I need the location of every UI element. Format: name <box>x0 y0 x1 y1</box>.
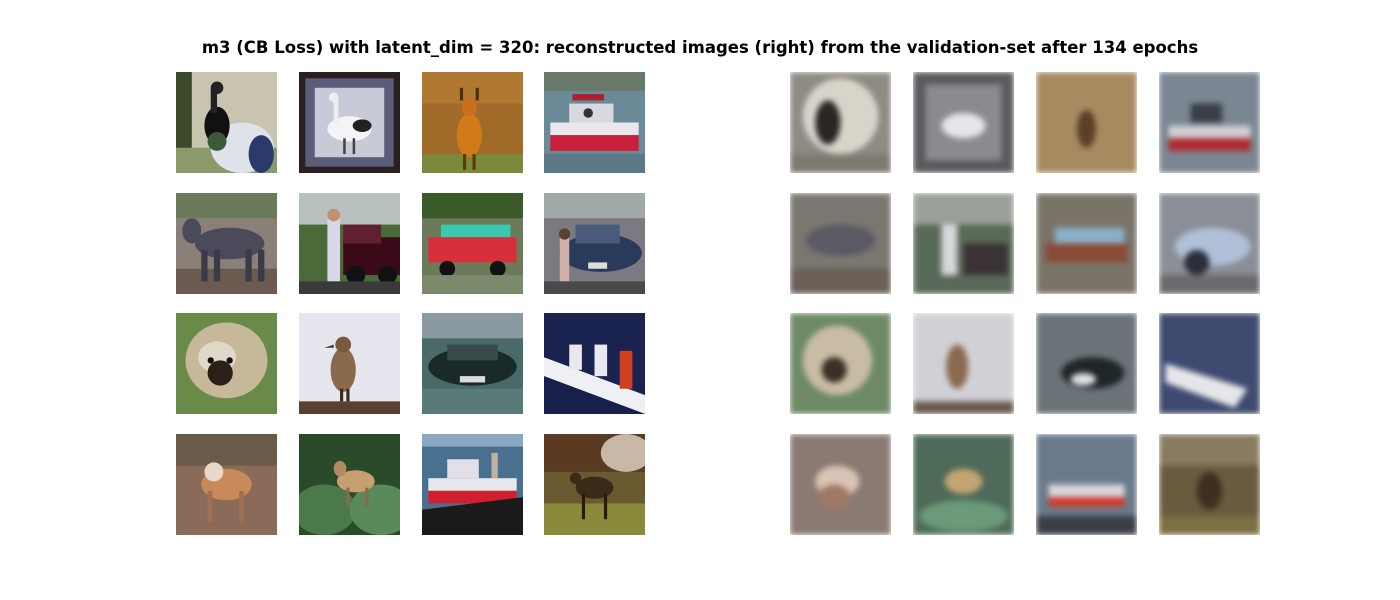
reconstructed-image <box>1159 193 1260 294</box>
original-image <box>299 72 400 173</box>
reconstructed-image <box>1036 434 1137 535</box>
original-image <box>299 434 400 535</box>
original-image <box>544 313 645 414</box>
original-image <box>544 193 645 294</box>
original-image <box>422 72 523 173</box>
original-image <box>299 193 400 294</box>
figure-title: m3 (CB Loss) with latent_dim = 320: reco… <box>201 38 1199 57</box>
reconstructed-image <box>790 434 891 535</box>
reconstructed-image <box>790 313 891 414</box>
reconstructed-image <box>1159 313 1260 414</box>
reconstructed-image <box>913 193 1014 294</box>
reconstructed-image <box>790 193 891 294</box>
original-image <box>176 193 277 294</box>
original-image <box>422 434 523 535</box>
reconstructed-image <box>1159 434 1260 535</box>
original-image <box>176 72 277 173</box>
original-image <box>544 72 645 173</box>
original-image <box>299 313 400 414</box>
original-image <box>176 313 277 414</box>
original-image <box>422 193 523 294</box>
reconstructed-image <box>1036 193 1137 294</box>
reconstructed-image <box>1036 72 1137 173</box>
reconstructed-image <box>1159 72 1260 173</box>
reconstructed-image <box>913 434 1014 535</box>
original-image <box>176 434 277 535</box>
original-image <box>422 313 523 414</box>
reconstructed-image <box>790 72 891 173</box>
reconstructed-image <box>1036 313 1137 414</box>
reconstructed-image <box>913 72 1014 173</box>
original-image <box>544 434 645 535</box>
reconstructed-image <box>913 313 1014 414</box>
